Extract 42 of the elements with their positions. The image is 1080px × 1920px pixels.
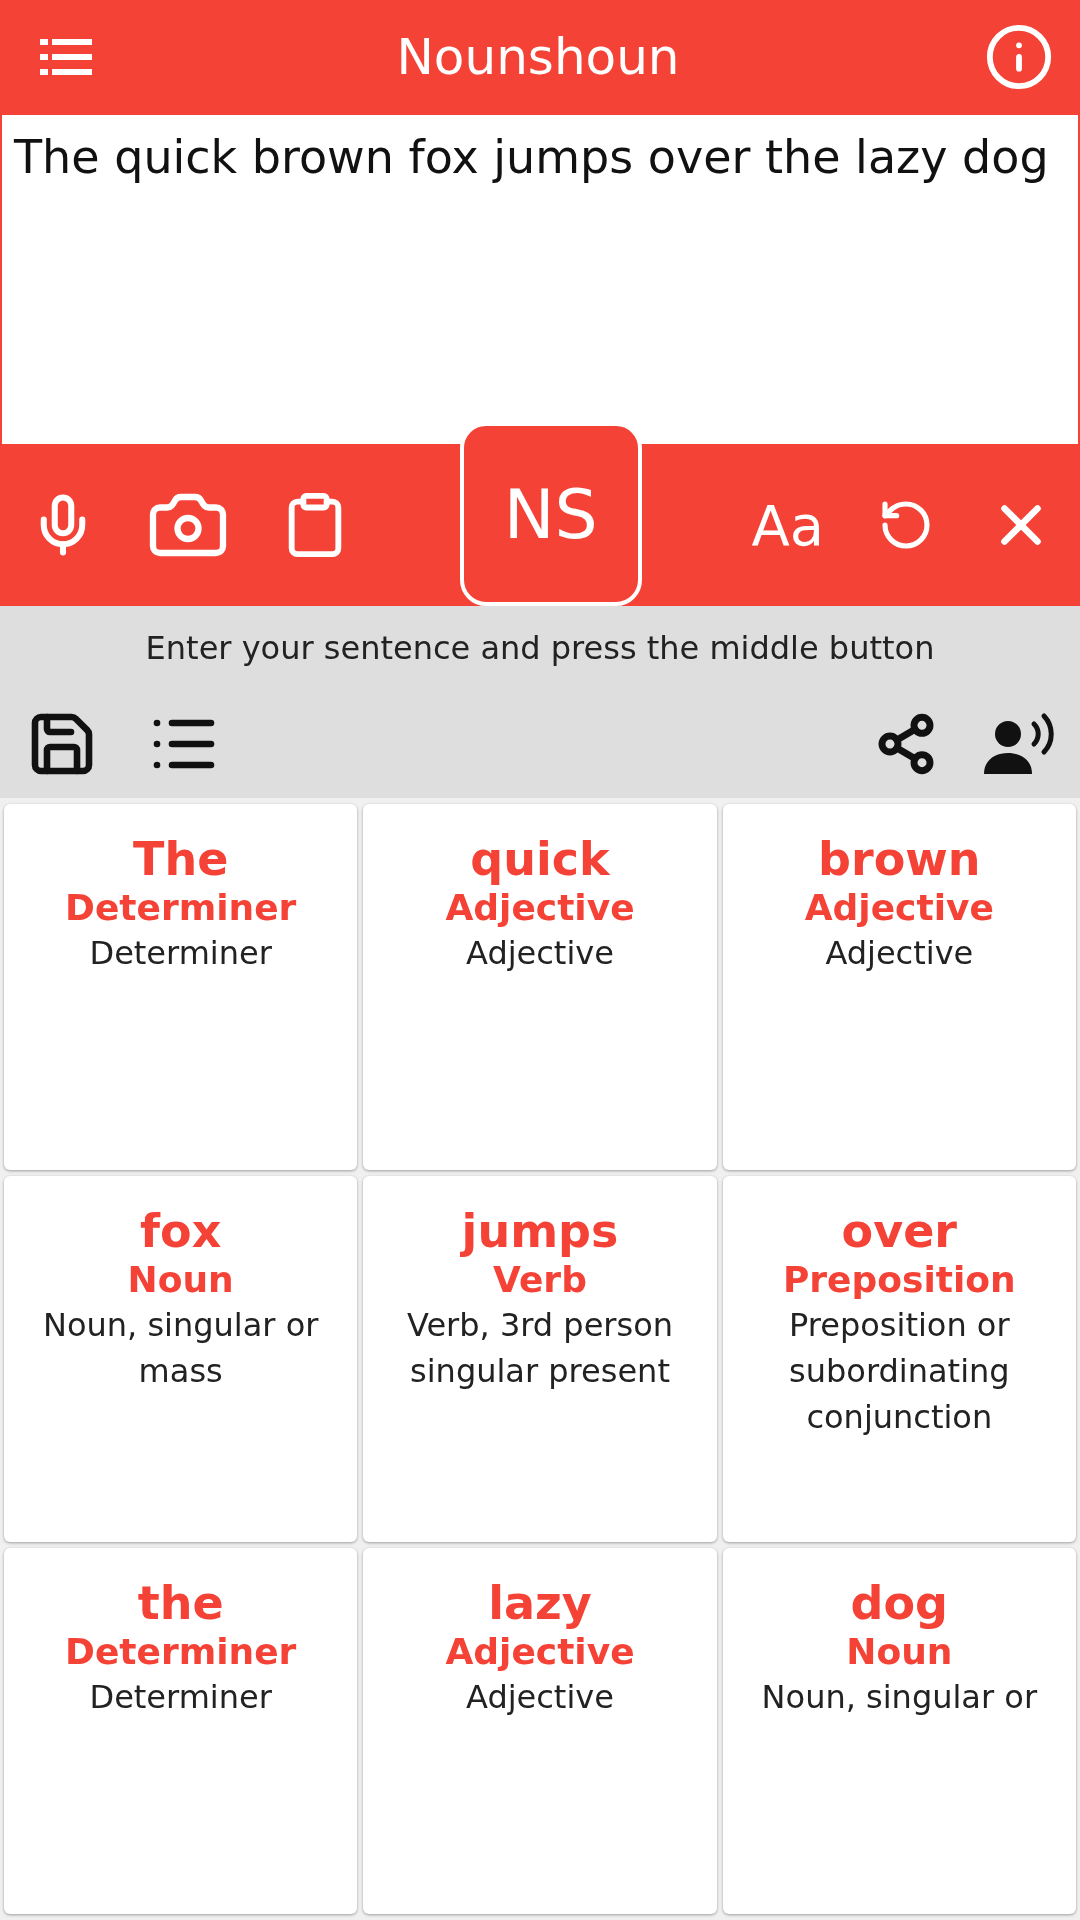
word-text: lazy bbox=[488, 1576, 592, 1630]
tag-description: Noun, singular or bbox=[760, 1677, 1039, 1718]
app-title: Nounshoun bbox=[396, 27, 680, 86]
word-card[interactable]: quick Adjective Adjective bbox=[363, 804, 717, 1170]
word-card[interactable]: dog Noun Noun, singular or bbox=[722, 1548, 1076, 1914]
word-card[interactable]: over Preposition Preposition or subordinating conjunction bbox=[722, 1176, 1076, 1542]
tag-description: Adjective bbox=[824, 933, 975, 974]
part-of-speech: Adjective bbox=[804, 886, 994, 930]
word-card[interactable]: lazy Adjective Adjective bbox=[363, 1548, 717, 1914]
word-text: The bbox=[133, 832, 229, 886]
word-text: over bbox=[841, 1204, 958, 1258]
word-card[interactable]: jumps Verb Verb, 3rd person singular present bbox=[363, 1176, 717, 1542]
part-of-speech: Preposition bbox=[782, 1258, 1016, 1302]
part-of-speech: Noun bbox=[127, 1258, 234, 1302]
menu-button[interactable] bbox=[40, 38, 92, 75]
menu-icon bbox=[40, 38, 92, 75]
sentence-field[interactable]: The quick brown fox jumps over the lazy dog bbox=[0, 113, 1080, 445]
part-of-speech: Noun bbox=[846, 1630, 953, 1674]
word-card[interactable]: the Determiner Determiner bbox=[4, 1548, 358, 1914]
tag-description: Adjective bbox=[465, 933, 615, 974]
word-text: the bbox=[137, 1576, 224, 1630]
word-text: fox bbox=[140, 1204, 222, 1258]
part-of-speech: Adjective bbox=[445, 886, 635, 930]
word-text: dog bbox=[850, 1576, 949, 1630]
word-card[interactable]: fox Noun Noun, singular or mass bbox=[4, 1176, 358, 1542]
word-text: jumps bbox=[461, 1204, 619, 1258]
word-card[interactable]: The Determiner Determiner bbox=[4, 804, 358, 1170]
tag-description: Noun, singular or mass bbox=[41, 1305, 320, 1392]
part-of-speech: Determiner bbox=[65, 886, 297, 930]
font-size-button[interactable]: Aa bbox=[751, 492, 824, 558]
part-of-speech: Determiner bbox=[65, 1630, 297, 1674]
tag-description: Determiner bbox=[88, 1677, 273, 1718]
tag-description: Verb, 3rd person singular present bbox=[405, 1305, 674, 1392]
hint-text: Enter your sentence and press the middle button bbox=[145, 629, 935, 668]
tag-description: Determiner bbox=[88, 933, 273, 974]
tag-description: Preposition or subordinating conjunction bbox=[788, 1305, 1011, 1438]
word-text: brown bbox=[818, 832, 981, 886]
word-text: quick bbox=[470, 832, 610, 886]
part-of-speech: Verb bbox=[493, 1258, 587, 1302]
part-of-speech: Adjective bbox=[445, 1630, 635, 1674]
tag-description: Adjective bbox=[465, 1677, 615, 1718]
word-card[interactable]: brown Adjective Adjective bbox=[722, 804, 1076, 1170]
